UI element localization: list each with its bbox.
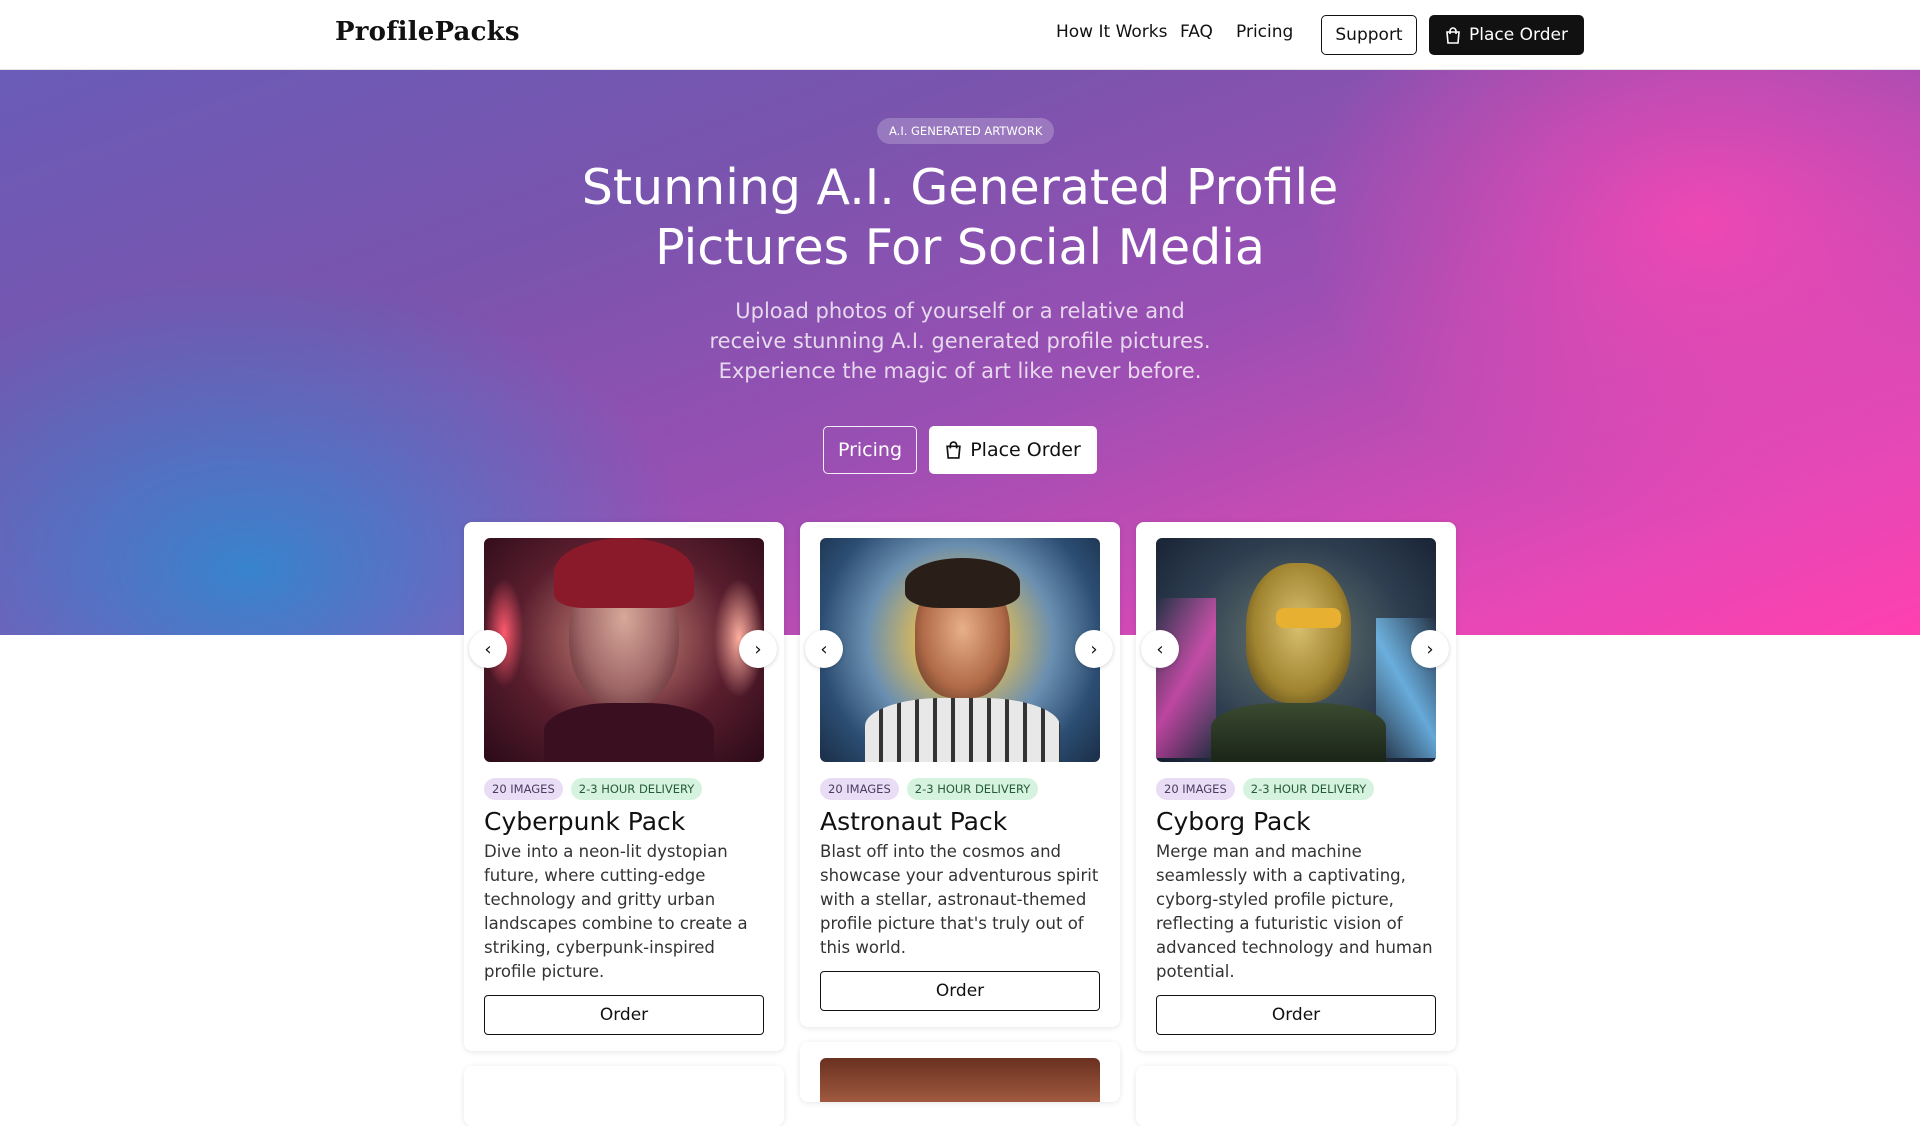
cyborg-pack-image bbox=[1156, 538, 1436, 762]
hero-pricing-label: Pricing bbox=[837, 439, 903, 461]
order-button-label: Order bbox=[935, 981, 985, 1001]
image-count-badge: 20 IMAGES bbox=[820, 778, 899, 800]
carousel-prev-button[interactable]: ‹ bbox=[469, 630, 507, 668]
support-button[interactable]: Support bbox=[1321, 15, 1417, 55]
place-order-label: Place Order bbox=[1469, 25, 1568, 45]
pack-card-astronaut: 20 IMAGES 2-3 HOUR DELIVERY Astronaut Pa… bbox=[800, 522, 1120, 1027]
nav-pricing[interactable]: Pricing bbox=[1236, 22, 1293, 42]
pack-card-peek bbox=[464, 1066, 784, 1126]
hero-place-order-button[interactable]: Place Order bbox=[929, 426, 1097, 474]
shopping-bag-icon bbox=[1446, 26, 1460, 44]
hero-place-order-label: Place Order bbox=[970, 439, 1081, 461]
chevron-right-icon: › bbox=[1426, 638, 1434, 660]
chevron-right-icon: › bbox=[1090, 638, 1098, 660]
pack-description: Dive into a neon-lit dystopian future, w… bbox=[484, 842, 748, 981]
carousel-next-button[interactable]: › bbox=[1075, 630, 1113, 668]
site-logo[interactable]: ProfilePacks bbox=[335, 17, 520, 47]
order-button[interactable]: Order bbox=[1156, 995, 1436, 1035]
carousel-prev-button[interactable]: ‹ bbox=[1141, 630, 1179, 668]
ai-artwork-badge: A.I. GENERATED ARTWORK bbox=[877, 118, 1055, 144]
cyberpunk-pack-image bbox=[484, 538, 764, 762]
pack-image-peek bbox=[820, 1058, 1100, 1102]
site-header: ProfilePacks How It Works FAQ Pricing Su… bbox=[0, 0, 1920, 70]
delivery-badge: 2-3 HOUR DELIVERY bbox=[906, 778, 1039, 800]
pack-card-cyborg: 20 IMAGES 2-3 HOUR DELIVERY Cyborg Pack … bbox=[1136, 522, 1456, 1051]
nav-faq[interactable]: FAQ bbox=[1180, 22, 1213, 42]
pack-description: Merge man and machine seamlessly with a … bbox=[1156, 842, 1433, 981]
pack-title: Cyberpunk Pack bbox=[484, 807, 686, 836]
order-button[interactable]: Order bbox=[820, 971, 1100, 1011]
delivery-badge: 2-3 HOUR DELIVERY bbox=[1242, 778, 1375, 800]
chevron-left-icon: ‹ bbox=[1156, 638, 1164, 660]
order-button-label: Order bbox=[1271, 1005, 1321, 1025]
support-button-label: Support bbox=[1335, 25, 1403, 45]
pack-card-peek bbox=[1136, 1066, 1456, 1126]
carousel-prev-button[interactable]: ‹ bbox=[805, 630, 843, 668]
order-button-label: Order bbox=[599, 1005, 649, 1025]
pack-title: Cyborg Pack bbox=[1156, 807, 1311, 836]
carousel-next-button[interactable]: › bbox=[739, 630, 777, 668]
astronaut-pack-image bbox=[820, 538, 1100, 762]
chevron-left-icon: ‹ bbox=[484, 638, 492, 660]
pack-title: Astronaut Pack bbox=[820, 807, 1008, 836]
chevron-left-icon: ‹ bbox=[820, 638, 828, 660]
order-button[interactable]: Order bbox=[484, 995, 764, 1035]
delivery-badge: 2-3 HOUR DELIVERY bbox=[570, 778, 703, 800]
nav-how-it-works[interactable]: How It Works bbox=[1056, 22, 1167, 42]
chevron-right-icon: › bbox=[754, 638, 762, 660]
pack-card-cyberpunk: 20 IMAGES 2-3 HOUR DELIVERY Cyberpunk Pa… bbox=[464, 522, 784, 1051]
hero-subtitle: Upload photos of yourself or a relative … bbox=[709, 299, 1211, 383]
image-count-badge: 20 IMAGES bbox=[1156, 778, 1235, 800]
hero-title: Stunning A.I. Generated Profile Pictures… bbox=[581, 159, 1339, 276]
pack-description: Blast off into the cosmos and showcase y… bbox=[820, 842, 1099, 957]
pack-card-peek bbox=[800, 1042, 1120, 1102]
carousel-next-button[interactable]: › bbox=[1411, 630, 1449, 668]
image-count-badge: 20 IMAGES bbox=[484, 778, 563, 800]
hero-pricing-button[interactable]: Pricing bbox=[823, 426, 917, 474]
shopping-bag-icon bbox=[946, 441, 961, 459]
place-order-button[interactable]: Place Order bbox=[1429, 15, 1584, 55]
